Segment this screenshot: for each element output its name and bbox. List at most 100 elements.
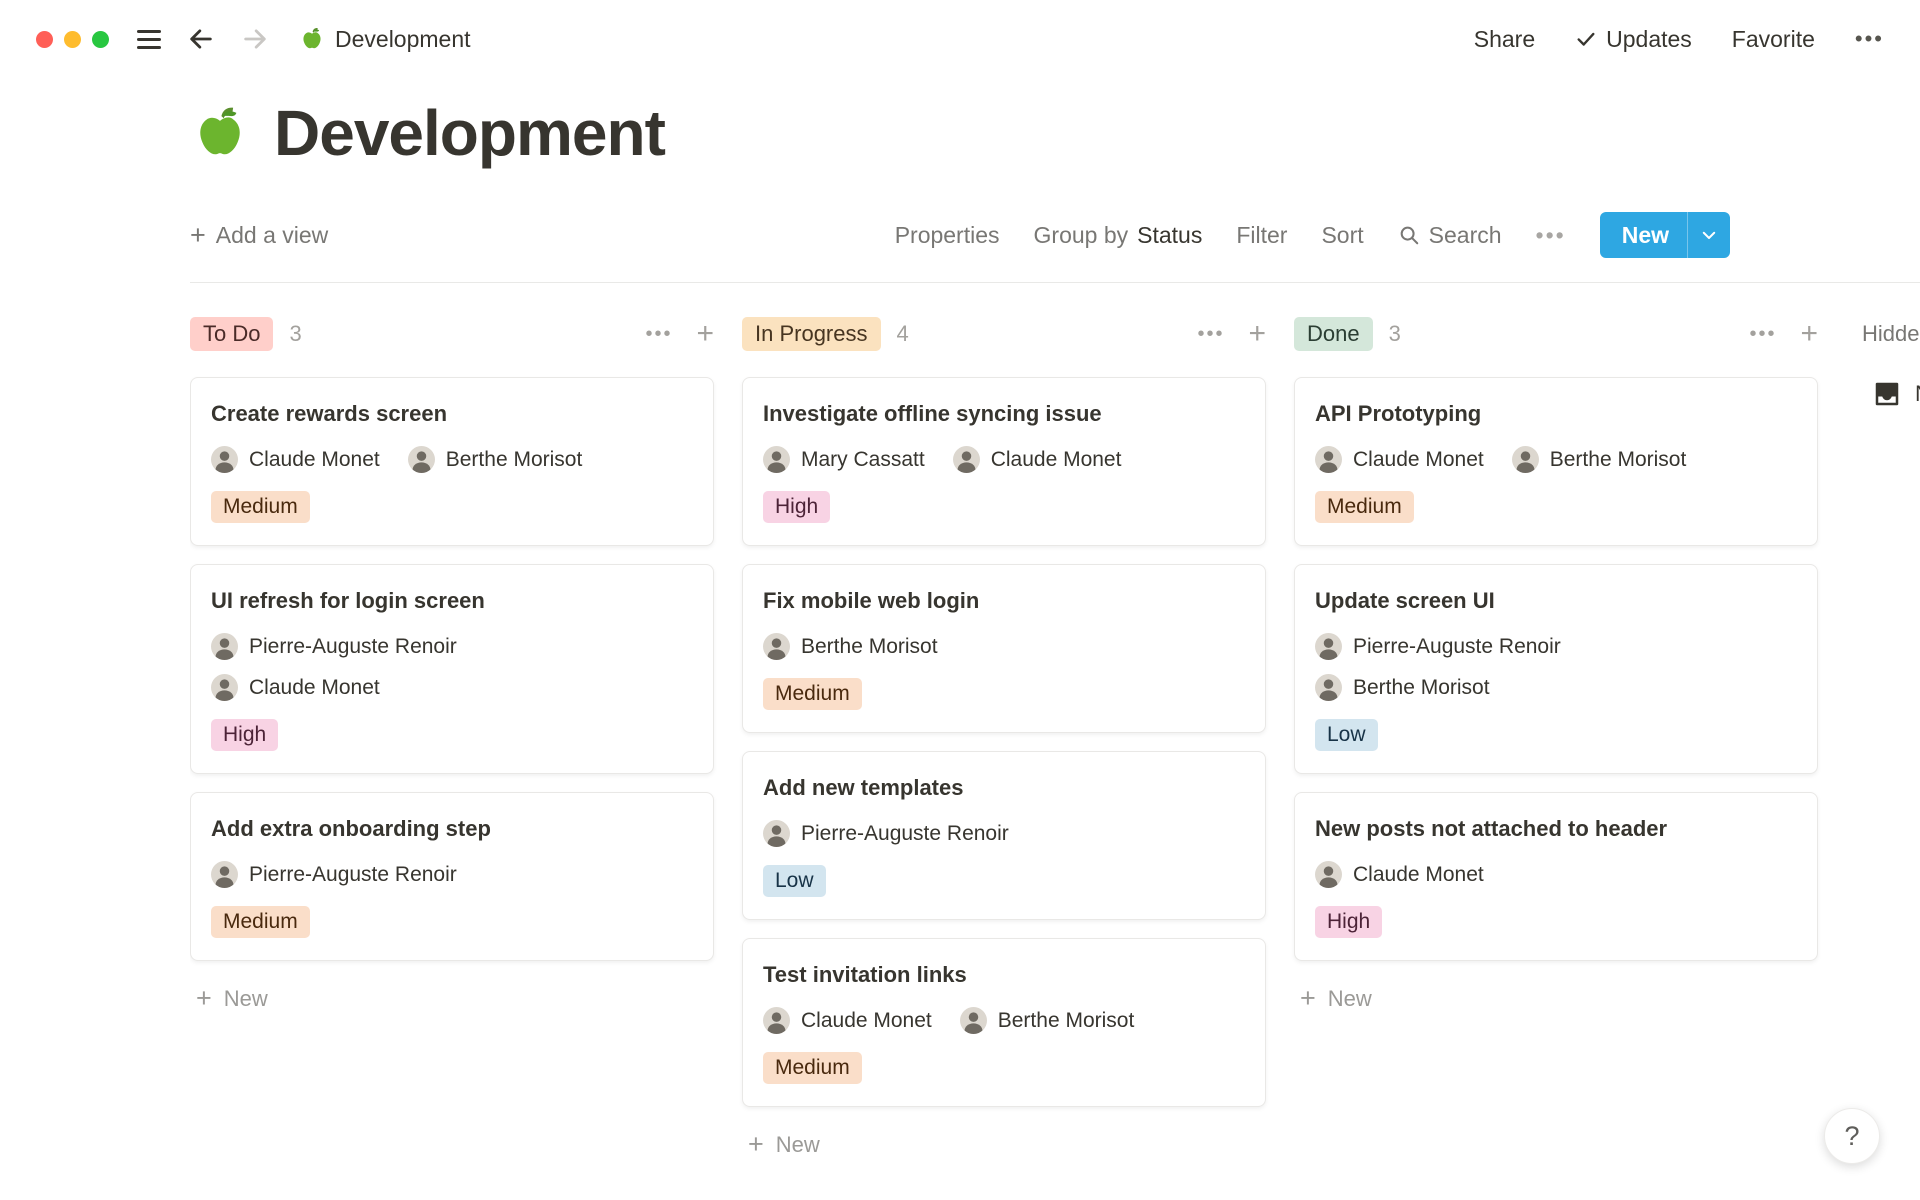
assignee-name: Berthe Morisot (801, 635, 938, 659)
card-assignees: Berthe Morisot (763, 633, 1245, 660)
column-new-button[interactable]: + New (742, 1131, 1266, 1158)
kanban-card[interactable]: API Prototyping Claude Monet Berthe Mori… (1294, 377, 1818, 546)
hidden-group-item[interactable]: N (1846, 379, 1920, 409)
avatar (1512, 446, 1539, 473)
assignee: Claude Monet (763, 1007, 932, 1034)
new-button-dropdown[interactable] (1688, 226, 1730, 244)
kanban-card[interactable]: Add new templates Pierre-Auguste Renoir … (742, 751, 1266, 920)
card-assignees: Claude Monet (1315, 861, 1797, 888)
priority-badge: Medium (1315, 491, 1414, 523)
assignee-name: Berthe Morisot (1550, 448, 1687, 472)
column-actions: ••• + (645, 319, 714, 349)
search-label: Search (1429, 222, 1502, 249)
column-cards: Investigate offline syncing issue Mary C… (742, 377, 1266, 1107)
avatar (1315, 674, 1342, 701)
assignee: Berthe Morisot (960, 1007, 1135, 1034)
card-title: Investigate offline syncing issue (763, 398, 1102, 430)
kanban-card[interactable]: Create rewards screen Claude Monet Berth… (190, 377, 714, 546)
group-by-label: Group by (1034, 222, 1129, 249)
new-button-label: New (1622, 222, 1669, 249)
card-assignees: Mary Cassatt Claude Monet (763, 446, 1245, 473)
favorite-button[interactable]: Favorite (1732, 26, 1815, 53)
assignee-row: Pierre-Auguste Renoir (763, 820, 1245, 847)
zoom-window-button[interactable] (92, 31, 109, 48)
hidden-groups-section: Hidden N (1846, 313, 1920, 409)
green-apple-icon[interactable] (190, 103, 250, 163)
page-header: Development (190, 96, 1920, 170)
back-arrow-icon[interactable] (187, 25, 215, 53)
column-more-icon[interactable]: ••• (1749, 323, 1776, 346)
close-window-button[interactable] (36, 31, 53, 48)
column-actions: ••• + (1749, 319, 1818, 349)
column-new-button[interactable]: + New (190, 985, 714, 1012)
card-title: Add new templates (763, 772, 963, 804)
card-title: Update screen UI (1315, 585, 1495, 617)
inbox-icon (1872, 379, 1902, 409)
sidebar-menu-icon[interactable] (137, 30, 161, 49)
avatar (1315, 446, 1342, 473)
priority-badge: High (1315, 906, 1382, 938)
board-column: In Progress 4 ••• + Investigate offline … (742, 313, 1266, 1158)
assignee-row: Claude Monet Berthe Morisot (1315, 446, 1797, 473)
card-assignees: Claude Monet Berthe Morisot (763, 1007, 1245, 1034)
avatar (408, 446, 435, 473)
kanban-card[interactable]: New posts not attached to header Claude … (1294, 792, 1818, 961)
column-add-icon[interactable]: + (696, 319, 714, 349)
priority-badge: Medium (763, 678, 862, 710)
add-view-button[interactable]: + Add a view (190, 220, 328, 251)
avatar (1315, 861, 1342, 888)
column-name-badge[interactable]: To Do (190, 317, 273, 351)
assignee: Berthe Morisot (408, 446, 583, 473)
kanban-card[interactable]: UI refresh for login screen Pierre-Augus… (190, 564, 714, 774)
column-count: 3 (1389, 321, 1401, 347)
breadcrumb[interactable]: Development (299, 26, 471, 53)
toolbar-actions: Properties Group by Status Filter Sort S… (895, 212, 1730, 258)
column-new-button[interactable]: + New (1294, 985, 1818, 1012)
page-title: Development (274, 96, 665, 170)
column-more-icon[interactable]: ••• (645, 323, 672, 346)
column-name-badge[interactable]: In Progress (742, 317, 881, 351)
card-assignees: Pierre-Auguste Renoir (763, 820, 1245, 847)
card-assignees: Claude Monet Berthe Morisot (1315, 446, 1797, 473)
assignee: Pierre-Auguste Renoir (1315, 633, 1561, 660)
assignee-row: Claude Monet (211, 674, 693, 701)
avatar (763, 820, 790, 847)
kanban-card[interactable]: Fix mobile web login Berthe Morisot Medi… (742, 564, 1266, 733)
avatar (960, 1007, 987, 1034)
view-more-icon[interactable]: ••• (1536, 222, 1566, 249)
assignee-row: Berthe Morisot (763, 633, 1245, 660)
minimize-window-button[interactable] (64, 31, 81, 48)
group-by-button[interactable]: Group by Status (1034, 222, 1203, 249)
forward-arrow-icon[interactable] (241, 25, 269, 53)
column-cards: API Prototyping Claude Monet Berthe Mori… (1294, 377, 1818, 961)
card-assignees: Pierre-Auguste Renoir (211, 861, 693, 888)
column-add-icon[interactable]: + (1248, 319, 1266, 349)
column-more-icon[interactable]: ••• (1197, 323, 1224, 346)
kanban-card[interactable]: Update screen UI Pierre-Auguste Renoir B… (1294, 564, 1818, 774)
search-button[interactable]: Search (1398, 222, 1502, 249)
assignee: Berthe Morisot (1512, 446, 1687, 473)
share-button[interactable]: Share (1474, 26, 1535, 53)
filter-button[interactable]: Filter (1236, 222, 1287, 249)
assignee-name: Berthe Morisot (998, 1009, 1135, 1033)
column-add-icon[interactable]: + (1800, 319, 1818, 349)
more-options-icon[interactable]: ••• (1855, 26, 1884, 52)
kanban-card[interactable]: Test invitation links Claude Monet Berth… (742, 938, 1266, 1107)
column-name-badge[interactable]: Done (1294, 317, 1373, 351)
help-button[interactable]: ? (1824, 1108, 1880, 1164)
green-apple-icon (299, 26, 325, 52)
assignee-name: Pierre-Auguste Renoir (1353, 635, 1561, 659)
assignee: Mary Cassatt (763, 446, 925, 473)
kanban-card[interactable]: Investigate offline syncing issue Mary C… (742, 377, 1266, 546)
priority-badge: Medium (211, 491, 310, 523)
column-new-label: New (1328, 986, 1372, 1012)
chevron-down-icon (1700, 226, 1718, 244)
assignee-row: Pierre-Auguste Renoir (1315, 633, 1797, 660)
updates-button[interactable]: Updates (1575, 26, 1692, 53)
assignee-name: Mary Cassatt (801, 448, 925, 472)
kanban-card[interactable]: Add extra onboarding step Pierre-Auguste… (190, 792, 714, 961)
sort-button[interactable]: Sort (1321, 222, 1363, 249)
column-cards: Create rewards screen Claude Monet Berth… (190, 377, 714, 961)
new-button[interactable]: New (1600, 212, 1730, 258)
properties-button[interactable]: Properties (895, 222, 1000, 249)
